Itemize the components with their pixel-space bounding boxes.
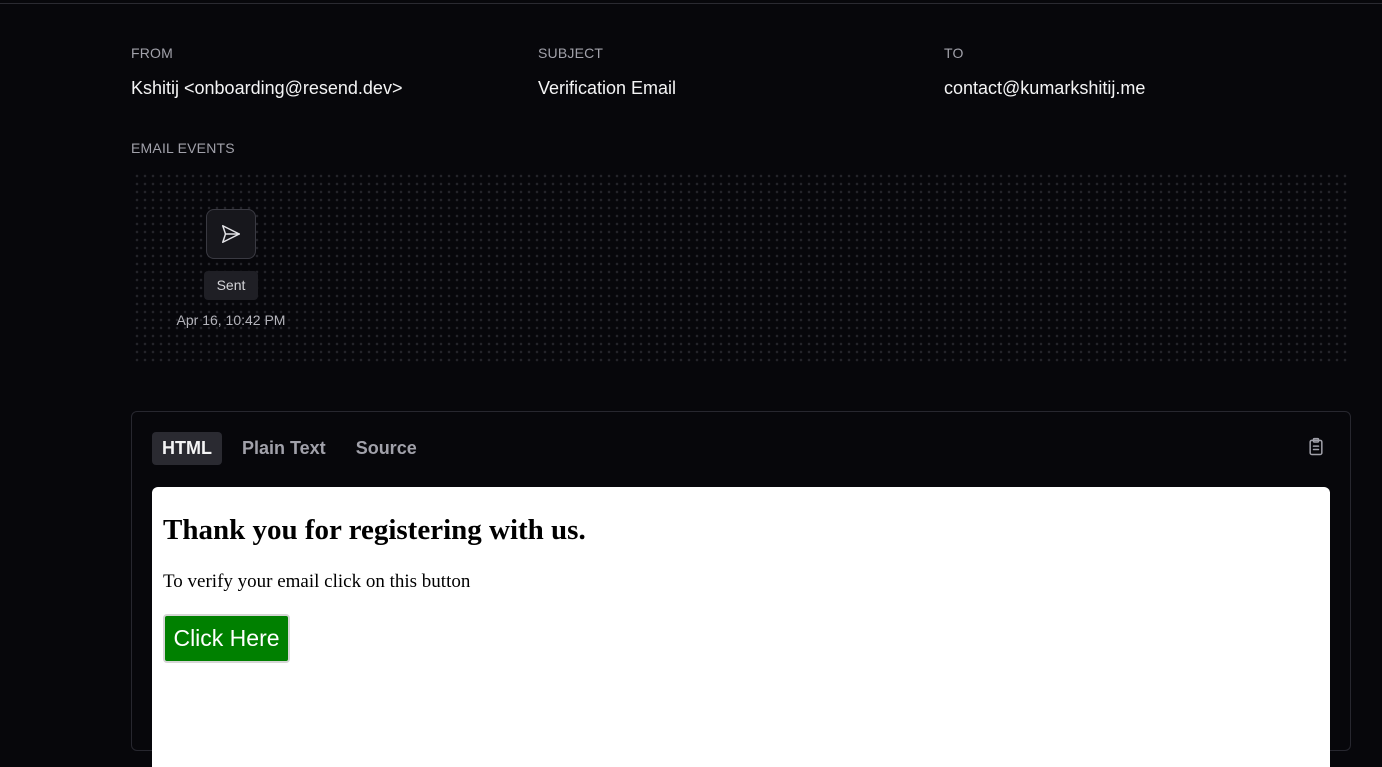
top-divider [0,3,1382,4]
subject-value: Verification Email [538,78,677,98]
send-icon [206,209,256,259]
to-field: TO contact@kumarkshitij.me [944,45,1145,98]
email-body-text: To verify your email click on this butto… [163,571,471,592]
tab-source[interactable]: Source [346,432,427,465]
email-html-preview: Thank you for registering with us. To ve… [152,487,1330,767]
email-heading: Thank you for registering with us. [163,514,586,546]
to-label: TO [944,45,964,61]
subject-label: SUBJECT [538,45,604,61]
tab-html[interactable]: HTML [152,432,222,465]
email-events-panel: Sent Apr 16, 10:42 PM [131,170,1350,366]
copy-button[interactable] [1304,437,1328,461]
email-preview-card: HTML Plain Text Source Thank you for reg… [131,411,1351,767]
event-status-badge: Sent [204,271,258,300]
to-value: contact@kumarkshitij.me [944,78,1146,98]
subject-field: SUBJECT Verification Email [538,45,676,98]
from-value: Kshitij <onboarding@resend.dev> [131,78,403,98]
clipboard-icon [1306,437,1326,462]
tab-plain-text[interactable]: Plain Text [232,432,336,465]
from-field: FROM Kshitij <onboarding@resend.dev> [131,45,402,98]
from-label: FROM [131,45,174,61]
click-here-button[interactable]: Click Here [163,614,290,663]
email-events-label: EMAIL EVENTS [131,140,235,156]
event-timestamp: Apr 16, 10:42 PM [176,312,286,328]
preview-tabs: HTML Plain Text Source [152,432,437,466]
